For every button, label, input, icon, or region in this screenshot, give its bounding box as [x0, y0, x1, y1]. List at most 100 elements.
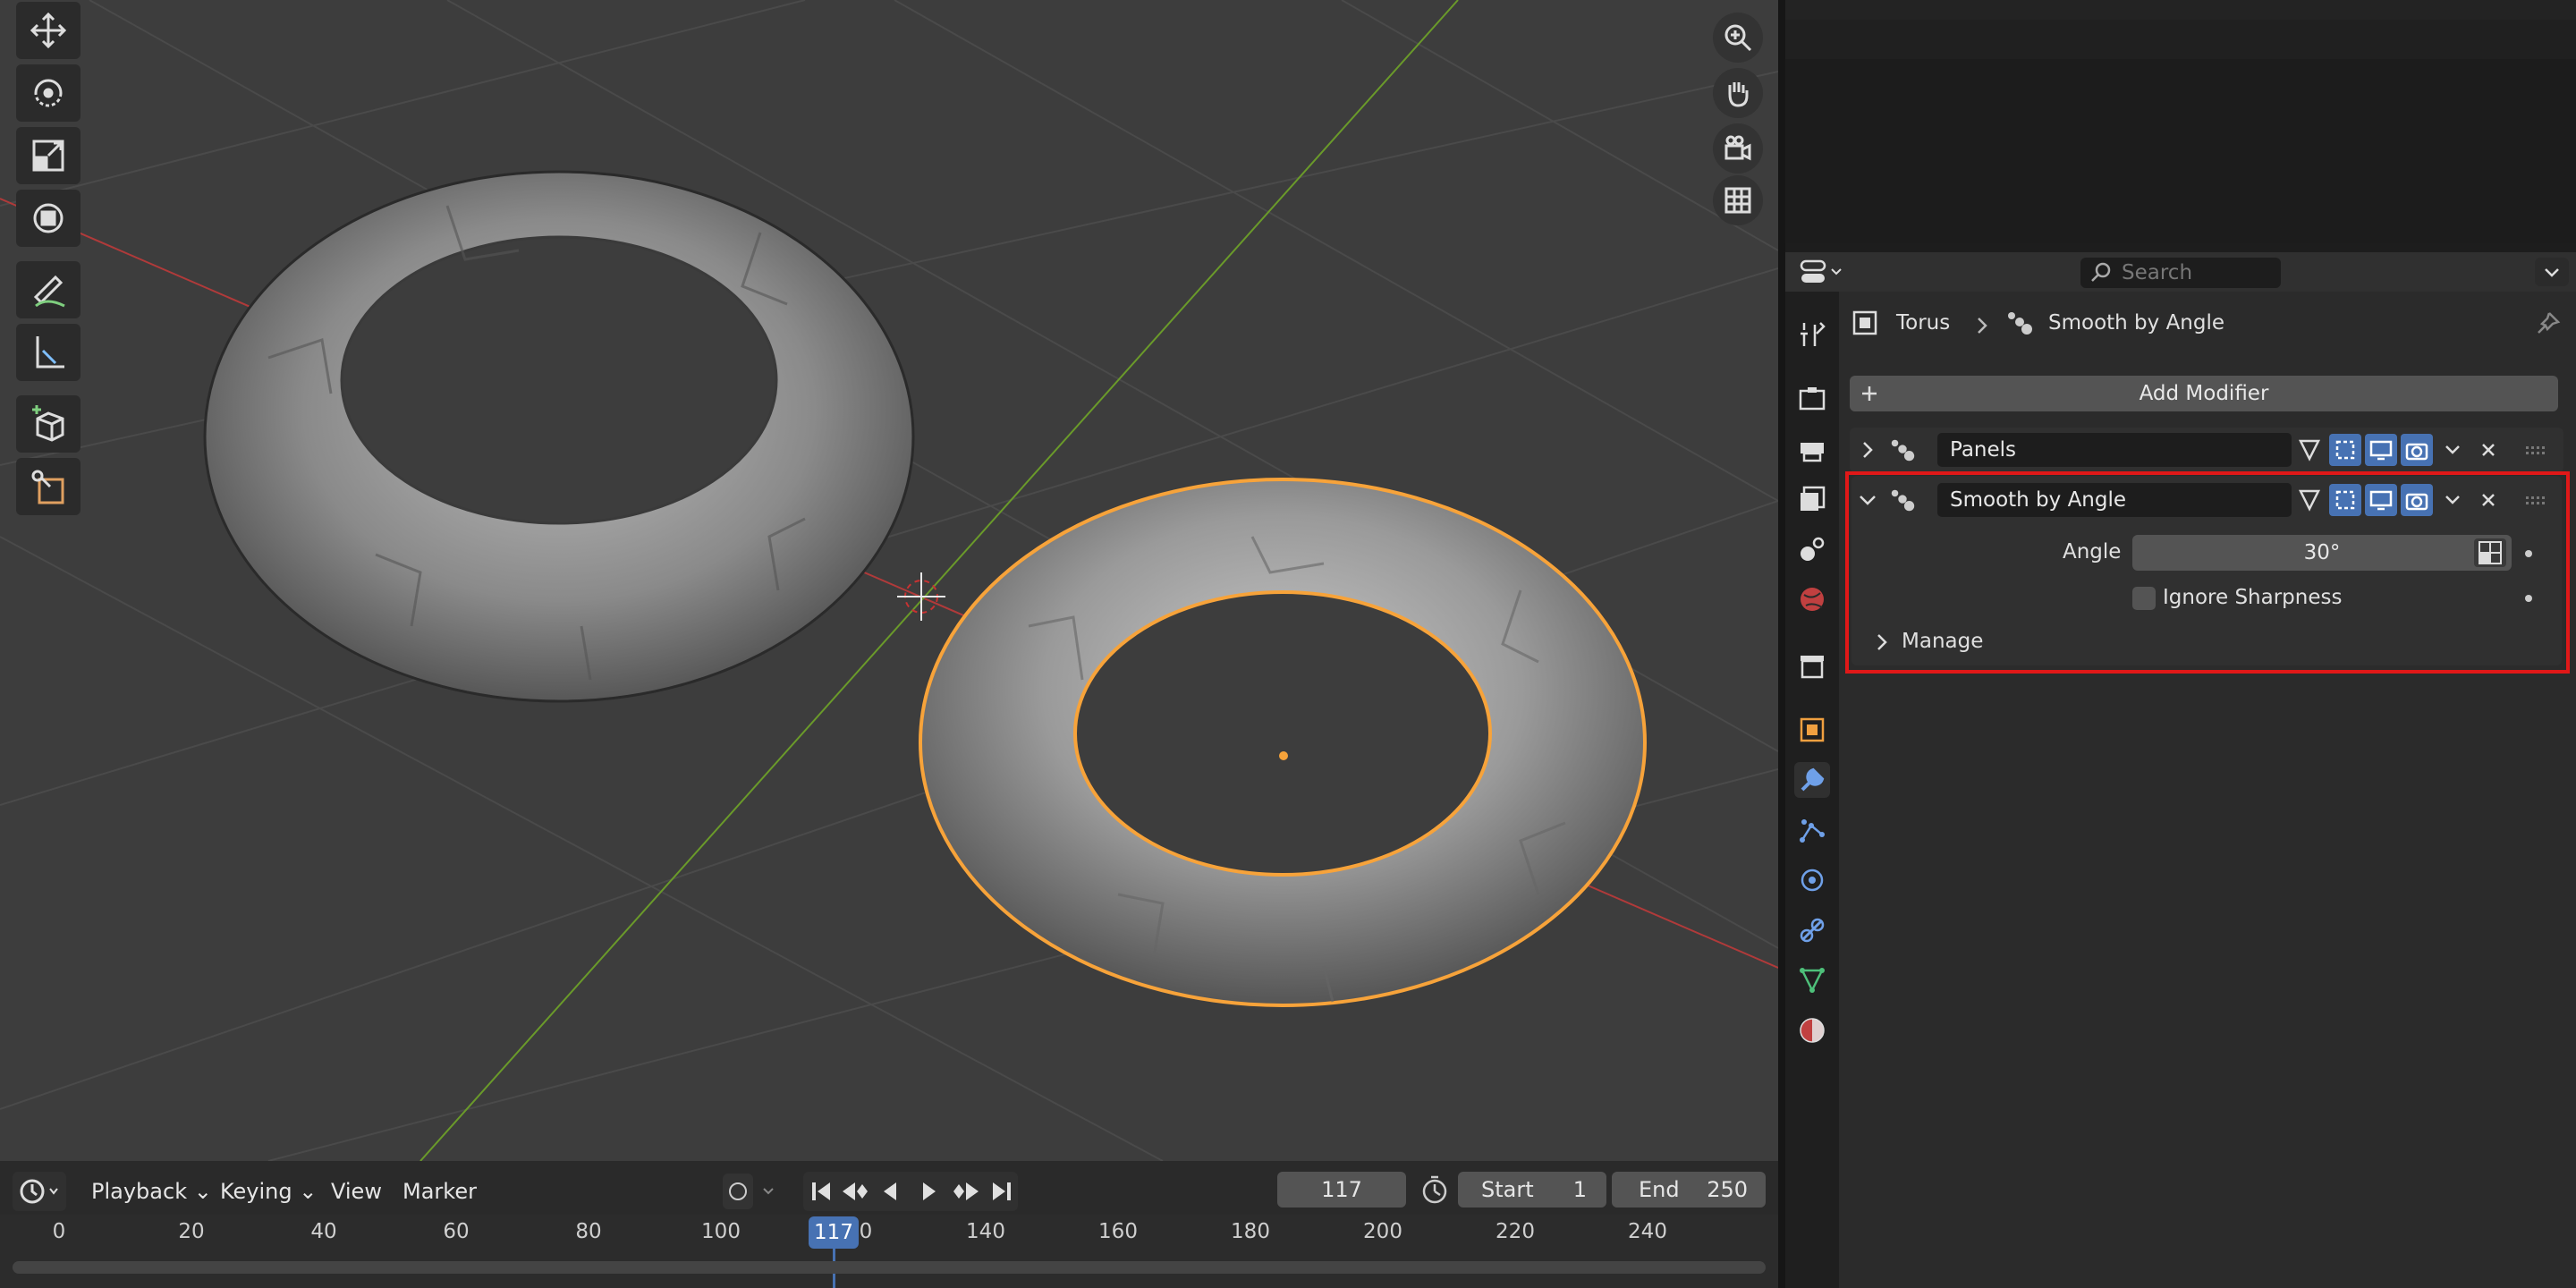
viewport-display-icon[interactable] [2365, 484, 2397, 516]
outliner-area[interactable] [1785, 0, 2576, 243]
keyframe-dot-icon[interactable] [2525, 595, 2532, 602]
playhead[interactable]: 117 [809, 1216, 859, 1249]
options-dropdown[interactable] [2535, 258, 2569, 286]
outliner-row [1785, 0, 2576, 20]
tick-label: 0 [52, 1220, 66, 1243]
view-layer-tab-icon[interactable] [1794, 481, 1830, 517]
breadcrumb-object: Torus [1896, 311, 1951, 335]
add-cube-icon[interactable] [16, 395, 80, 453]
end-frame-field[interactable]: End 250 [1612, 1172, 1766, 1208]
outliner-row [1785, 59, 2576, 98]
ignore-sharpness-checkbox[interactable] [2132, 587, 2156, 610]
close-icon[interactable] [2472, 484, 2504, 516]
auto-keying-icon[interactable] [723, 1174, 787, 1209]
driver-icon[interactable] [2474, 538, 2506, 567]
tick-label: 40 [310, 1220, 337, 1243]
scale-icon[interactable] [16, 127, 80, 184]
viewport-scene [0, 0, 1778, 1161]
angle-label: Angle [2063, 540, 2122, 564]
constraints-tab-icon[interactable] [1794, 912, 1830, 948]
chevron-down-icon[interactable] [2436, 434, 2469, 466]
properties-tabs [1785, 292, 1839, 1288]
tool-tab-icon[interactable] [1794, 317, 1830, 352]
data-tab-icon[interactable] [1794, 962, 1830, 998]
playback-controls [803, 1172, 1018, 1211]
start-frame-field[interactable]: Start 1 [1458, 1172, 1606, 1208]
chevron-right-icon[interactable] [1857, 439, 1878, 461]
world-tab-icon[interactable] [1794, 581, 1830, 617]
chevron-down-icon[interactable] [2436, 484, 2469, 516]
drag-handle-icon[interactable] [2519, 434, 2551, 466]
modifier-smooth-header[interactable]: Smooth by Angle [1850, 478, 2563, 522]
render-camera-icon[interactable] [2401, 484, 2433, 516]
manage-subpanel-header[interactable]: Manage [1866, 623, 2134, 662]
output-tab-icon[interactable] [1794, 431, 1830, 467]
chevron-right-icon [1877, 634, 1887, 650]
tick-label: 0 [859, 1220, 873, 1243]
chevron-down-icon[interactable] [1857, 489, 1878, 511]
frame-ruler[interactable]: 0 20 40 60 80 100 140 160 180 200 220 24… [0, 1215, 1778, 1288]
cage-icon[interactable] [2329, 484, 2361, 516]
modifier-icon [1891, 439, 1915, 462]
chevron-right-icon [1978, 318, 1987, 334]
transform-icon[interactable] [16, 190, 80, 247]
view-menu[interactable]: View [322, 1172, 391, 1211]
keyframe-dot-icon[interactable] [2525, 550, 2532, 557]
pin-icon[interactable] [2533, 309, 2562, 338]
material-tab-icon[interactable] [1794, 1013, 1830, 1048]
particles-tab-icon[interactable] [1794, 812, 1830, 848]
viewport-display-icon[interactable] [2365, 434, 2397, 466]
collection-tab-icon[interactable] [1794, 648, 1830, 683]
timeline-editor[interactable]: Playback ⌄ Keying ⌄ View Marker 117 Star… [0, 1161, 1778, 1288]
tick-label: 200 [1363, 1220, 1402, 1243]
stopwatch-icon[interactable] [1417, 1172, 1453, 1208]
angle-field[interactable]: 30° [2132, 535, 2512, 571]
edit-mode-icon[interactable] [2293, 484, 2326, 516]
tick-label: 240 [1628, 1220, 1667, 1243]
edit-mode-icon[interactable] [2293, 434, 2326, 466]
area-divider[interactable] [1778, 0, 1785, 1288]
playback-menu[interactable]: Playback ⌄ [82, 1172, 221, 1211]
annotate-icon[interactable] [16, 261, 80, 318]
render-camera-icon[interactable] [2401, 434, 2433, 466]
tick-label: 60 [443, 1220, 470, 1243]
object-tab-icon[interactable] [1794, 712, 1830, 748]
marker-menu[interactable]: Marker [394, 1172, 486, 1211]
properties-editor[interactable]: Search Torus Smooth by Angle Add Modifie… [1785, 252, 2576, 1288]
hand-pan-icon[interactable] [1713, 68, 1763, 118]
3d-viewport[interactable] [0, 0, 1778, 1161]
drag-handle-icon[interactable] [2519, 484, 2551, 516]
editor-type-clock-icon[interactable] [13, 1172, 66, 1211]
tick-label: 100 [701, 1220, 741, 1243]
move-icon[interactable] [16, 2, 80, 59]
3d-cursor [897, 572, 945, 621]
modifier-icon [1891, 489, 1915, 512]
measure-icon[interactable] [16, 324, 80, 381]
modifier-tab-icon[interactable] [1794, 762, 1830, 798]
scene-tab-icon[interactable] [1794, 531, 1830, 567]
modifier-name-field[interactable]: Smooth by Angle [1937, 483, 2292, 517]
grid-icon[interactable] [1713, 175, 1763, 225]
cage-icon[interactable] [2329, 434, 2361, 466]
ignore-sharpness-label: Ignore Sharpness [2163, 586, 2343, 609]
breadcrumb-modifier: Smooth by Angle [2048, 311, 2225, 335]
zoom-icon[interactable] [1713, 13, 1763, 63]
camera-icon[interactable] [1713, 123, 1763, 174]
modifier-name-field[interactable]: Panels [1937, 433, 2292, 467]
timeline-scrollbar[interactable] [13, 1261, 1766, 1274]
knife-icon[interactable] [16, 458, 80, 515]
close-icon[interactable] [2472, 434, 2504, 466]
render-tab-icon[interactable] [1794, 381, 1830, 417]
tick-label: 160 [1098, 1220, 1138, 1243]
search-input[interactable]: Search [2080, 258, 2281, 288]
playback-icons[interactable] [803, 1172, 1018, 1211]
current-frame-field[interactable]: 117 [1277, 1172, 1406, 1208]
keying-menu[interactable]: Keying ⌄ [211, 1172, 326, 1211]
rotate-icon[interactable] [16, 64, 80, 122]
object-icon [1850, 308, 1880, 338]
editor-type-properties-icon[interactable] [1798, 258, 1848, 286]
physics-tab-icon[interactable] [1794, 862, 1830, 898]
modifier-panels-header[interactable]: Panels [1850, 428, 2563, 472]
add-modifier-button[interactable]: Add Modifier [1850, 376, 2558, 411]
modifier-icon [2004, 308, 2036, 338]
